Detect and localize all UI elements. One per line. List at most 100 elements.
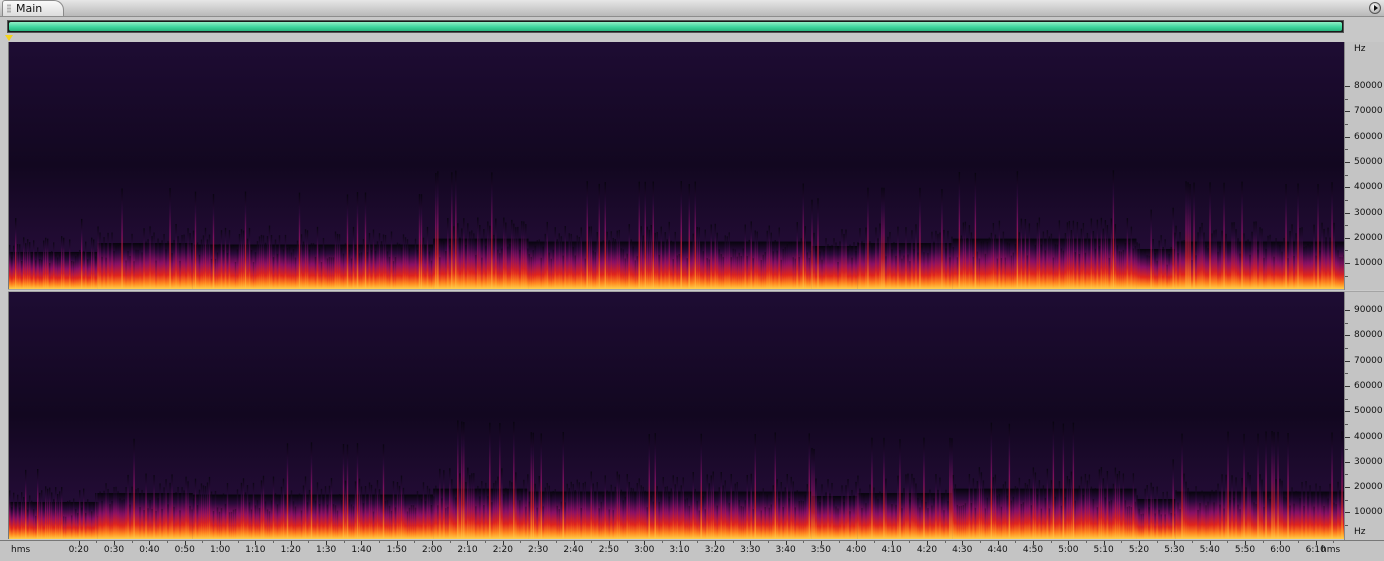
spectrogram-streak xyxy=(724,235,726,289)
spectrogram-streak xyxy=(528,253,530,289)
spectrogram-streak xyxy=(433,496,435,539)
spectrogram-streak xyxy=(71,515,73,539)
spectrogram-streak xyxy=(521,221,523,289)
spectrogram-streak xyxy=(650,495,652,539)
spectrogram-channel-1[interactable] xyxy=(8,42,1345,289)
spectrogram-streak xyxy=(206,482,209,539)
spectrogram-streak xyxy=(119,244,121,289)
spectrogram-streak xyxy=(408,507,411,539)
spectrogram-streak xyxy=(1303,246,1305,289)
spectrogram-streak xyxy=(378,489,381,539)
spectrogram-channel-2[interactable] xyxy=(8,292,1345,539)
spectrogram-streak xyxy=(67,500,69,539)
spectrogram-streak xyxy=(459,473,461,539)
spectrogram-streak xyxy=(1078,254,1081,289)
time-minor-tick xyxy=(1192,541,1194,543)
spectrogram-streak xyxy=(962,222,965,289)
spectrogram-streak xyxy=(1279,478,1281,539)
spectrogram-streak xyxy=(706,258,708,289)
spectrogram-streak xyxy=(1321,222,1323,289)
spectrogram-streak xyxy=(354,248,357,289)
spectrogram-streak xyxy=(23,496,25,539)
spectrogram-streak xyxy=(811,447,813,539)
spectrogram-streak xyxy=(402,234,405,289)
grip-icon[interactable] xyxy=(7,4,11,13)
spectrogram-streak xyxy=(1189,492,1191,539)
time-minor-tick xyxy=(1262,541,1264,543)
time-tick-label: 5:30 xyxy=(1164,545,1185,555)
spectrogram-streak xyxy=(1319,250,1321,289)
spectrogram-streak xyxy=(804,226,806,289)
spectrogram-streak xyxy=(1191,491,1193,539)
spectrogram-streak xyxy=(101,500,103,539)
spectrogram-streak xyxy=(982,480,985,539)
spectrogram-streak xyxy=(51,492,53,539)
spectrogram-streak xyxy=(322,237,325,289)
spectrogram-streak xyxy=(274,239,277,289)
spectrogram-streak xyxy=(212,194,215,289)
spectrogram-streak xyxy=(109,244,111,289)
time-minor-tick xyxy=(96,541,98,543)
spectrogram-streak xyxy=(604,182,606,289)
spectrogram-streak xyxy=(827,479,829,539)
spectrogram-streak xyxy=(772,251,774,289)
spectrogram-streak xyxy=(952,474,955,539)
spectrogram-streak xyxy=(330,257,333,289)
spectrogram-streak xyxy=(517,490,519,539)
spectrogram-streak xyxy=(1018,232,1021,289)
spectrogram-streak xyxy=(1175,490,1177,539)
spectrogram-streak xyxy=(352,226,355,289)
spectrogram-streak xyxy=(471,230,473,289)
tab-main[interactable]: Main xyxy=(2,0,64,16)
spectrogram-streak xyxy=(704,229,706,289)
spectrogram-streak xyxy=(1207,248,1209,289)
spectrogram-streak xyxy=(1002,231,1005,289)
spectrogram-streak xyxy=(326,258,329,289)
hz-tick xyxy=(1345,187,1350,189)
spectrogram-streak xyxy=(418,194,421,289)
spectrogram-streak xyxy=(702,251,704,289)
spectrogram-streak xyxy=(159,242,161,289)
playhead-marker-icon[interactable] xyxy=(5,35,13,41)
spectrogram-streak xyxy=(336,510,339,539)
spectrogram-streak xyxy=(11,256,13,289)
spectrogram-streak xyxy=(702,496,704,539)
spectrogram-streak xyxy=(917,497,919,539)
spectrogram-streak xyxy=(792,481,794,539)
hz-tick xyxy=(1345,411,1350,413)
spectrogram-streak xyxy=(274,493,277,539)
spectrogram-streak xyxy=(817,198,819,289)
spectrogram-streak xyxy=(316,226,319,289)
spectrogram-streak xyxy=(528,501,530,539)
spectrogram-streak xyxy=(238,495,241,539)
spectrogram-streak xyxy=(1118,471,1121,539)
spectrogram-streak xyxy=(1038,217,1041,289)
overview-bar[interactable] xyxy=(7,20,1344,33)
spectrogram-streak xyxy=(420,498,423,539)
spectrogram-streak xyxy=(1267,494,1269,539)
time-ruler[interactable]: hms hms 0:20 0:30 0:40 0:50 1:00 1:10 1:20 1:30… xyxy=(0,540,1384,561)
spectrogram-streak xyxy=(582,242,584,289)
spectrogram-streak xyxy=(428,251,431,289)
spectrogram-streak xyxy=(63,516,65,539)
spectrogram-streak xyxy=(558,233,560,289)
spectrogram-streak xyxy=(748,239,750,289)
spectrogram-streak xyxy=(422,237,425,289)
spectrogram-streak xyxy=(65,252,67,289)
spectrogram-streak xyxy=(758,242,760,289)
spectrogram-streak xyxy=(260,480,263,539)
spectrogram-streak xyxy=(782,249,784,289)
spectrogram-streak xyxy=(694,488,696,539)
spectrogram-streak xyxy=(1130,226,1133,289)
panel-menu-icon[interactable] xyxy=(1369,2,1381,14)
spectrogram-streak xyxy=(220,230,223,289)
spectrogram-streak xyxy=(246,485,249,539)
spectrogram-streak xyxy=(117,244,119,289)
spectrogram-streak xyxy=(1124,500,1127,539)
spectrogram-streak xyxy=(141,252,143,289)
spectrogram-streak xyxy=(350,504,353,539)
overview-range[interactable] xyxy=(9,22,1342,31)
spectrogram-streak xyxy=(129,504,131,539)
spectrogram-streak xyxy=(698,510,700,539)
spectrogram-streak xyxy=(525,506,527,539)
